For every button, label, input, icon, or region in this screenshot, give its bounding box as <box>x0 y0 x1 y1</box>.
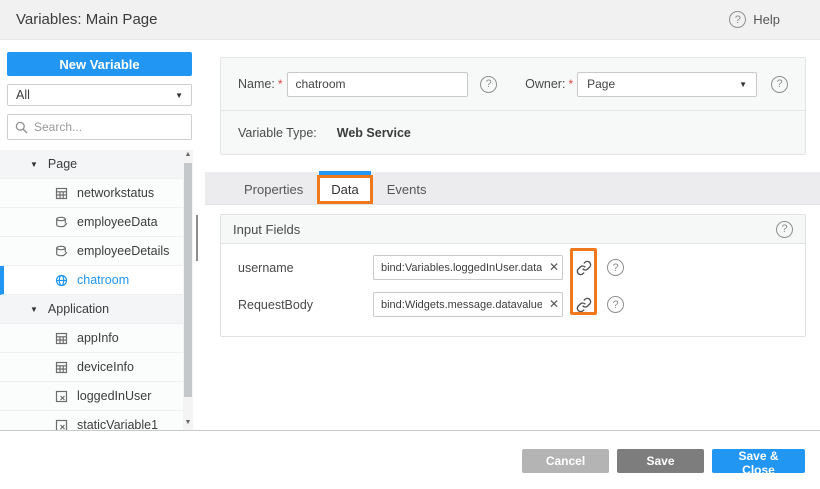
tree-item-label: staticVariable1 <box>77 418 158 430</box>
bind-field-username: ✕ <box>373 255 563 280</box>
username-bind-input[interactable] <box>373 255 563 280</box>
tree-item-label: deviceInfo <box>77 360 134 374</box>
static-variable-icon <box>55 390 68 403</box>
variable-filter-select[interactable]: All ▼ <box>7 84 192 106</box>
panel-scrollbar-thumb[interactable] <box>196 215 198 261</box>
variable-name-input[interactable] <box>287 72 469 97</box>
sidebar-item-staticVariable1[interactable]: staticVariable1 <box>0 411 183 430</box>
name-help-icon[interactable]: ? <box>480 76 497 93</box>
search-icon <box>15 121 28 134</box>
variable-type-row: Variable Type: Web Service <box>221 111 805 155</box>
database-variable-icon <box>55 216 68 229</box>
help-label: Help <box>753 12 780 27</box>
tree-item-label: employeeDetails <box>77 244 169 258</box>
owner-select[interactable]: Page ▼ <box>577 72 757 97</box>
input-fields-header: Input Fields ? <box>221 215 805 244</box>
new-variable-button[interactable]: New Variable <box>7 52 192 76</box>
tree-group-label: Page <box>48 157 77 171</box>
variable-search-box[interactable] <box>7 114 192 140</box>
web-service-icon <box>55 274 68 287</box>
input-field-row-requestbody: RequestBody ✕ ? <box>238 286 793 323</box>
sidebar-item-employeeDetails[interactable]: employeeDetails <box>0 237 183 266</box>
tree-item-label: networkstatus <box>77 186 154 200</box>
field-label-requestbody: RequestBody <box>238 298 373 312</box>
variable-summary-panel: Name: * ? Owner: * Page ▼ ? Variable Typ… <box>220 57 806 155</box>
input-fields-title: Input Fields <box>233 222 300 237</box>
sidebar-item-appInfo[interactable]: appInfo <box>0 324 183 353</box>
sidebar-item-deviceInfo[interactable]: deviceInfo <box>0 353 183 382</box>
tree-item-label: appInfo <box>77 331 119 345</box>
variable-type-value: Web Service <box>337 126 411 140</box>
database-variable-icon <box>55 245 68 258</box>
page-title: Variables: Main Page <box>16 11 157 28</box>
name-owner-row: Name: * ? Owner: * Page ▼ ? <box>221 58 805 111</box>
dialog-header: Variables: Main Page ? Help <box>0 0 820 40</box>
tree-item-label: loggedInUser <box>77 389 151 403</box>
sidebar-item-employeeData[interactable]: employeeData <box>0 208 183 237</box>
sidebar-group-page[interactable]: ▼ Page <box>0 150 183 179</box>
device-variable-icon <box>55 187 68 200</box>
save-close-button[interactable]: Save & Close <box>712 449 805 473</box>
clear-icon[interactable]: ✕ <box>549 297 559 311</box>
owner-selected-value: Page <box>587 77 615 91</box>
username-help-icon[interactable]: ? <box>607 259 624 276</box>
requestbody-help-icon[interactable]: ? <box>607 296 624 313</box>
help-link[interactable]: ? Help <box>729 11 780 28</box>
owner-help-icon[interactable]: ? <box>771 76 788 93</box>
sidebar-item-networkstatus[interactable]: networkstatus <box>0 179 183 208</box>
required-marker: * <box>278 77 283 91</box>
required-marker: * <box>568 77 573 91</box>
detail-tab-bar: Properties Data Events <box>205 172 820 205</box>
device-variable-icon <box>55 332 68 345</box>
chevron-down-icon: ▼ <box>175 91 183 100</box>
tab-properties[interactable]: Properties <box>230 175 317 204</box>
input-fields-help-icon[interactable]: ? <box>776 221 793 238</box>
bind-link-icon[interactable] <box>576 297 592 313</box>
variables-sidebar: New Variable All ▼ ▼ Page networkstatus … <box>0 40 205 430</box>
input-fields-panel: Input Fields ? username ✕ ? RequestBody … <box>220 214 806 337</box>
field-label-username: username <box>238 261 373 275</box>
search-input[interactable] <box>34 120 164 134</box>
footer-buttons: Cancel Save Save & Close <box>522 449 805 473</box>
sidebar-item-loggedInUser[interactable]: loggedInUser <box>0 382 183 411</box>
filter-selected-value: All <box>16 88 30 102</box>
save-button[interactable]: Save <box>617 449 704 473</box>
active-tab-indicator <box>319 171 370 175</box>
clear-icon[interactable]: ✕ <box>549 260 559 274</box>
variable-type-label: Variable Type: <box>238 126 317 140</box>
sidebar-item-chatroom[interactable]: chatroom <box>0 266 183 295</box>
device-variable-icon <box>55 361 68 374</box>
variable-detail-panel: Name: * ? Owner: * Page ▼ ? Variable Typ… <box>205 40 820 430</box>
tree-item-label: chatroom <box>77 273 129 287</box>
tab-data-label: Data <box>331 182 358 197</box>
caret-down-icon: ▼ <box>30 305 38 314</box>
tree-item-label: employeeData <box>77 215 158 229</box>
scroll-down-icon[interactable]: ▼ <box>185 418 192 428</box>
caret-down-icon: ▼ <box>30 160 38 169</box>
tree-group-label: Application <box>48 302 109 316</box>
cancel-button[interactable]: Cancel <box>522 449 609 473</box>
input-field-row-username: username ✕ ? <box>238 249 793 286</box>
sidebar-group-application[interactable]: ▼ Application <box>0 295 183 324</box>
tab-data[interactable]: Data <box>317 175 372 204</box>
owner-label: Owner: <box>525 77 565 91</box>
bind-link-icon[interactable] <box>576 260 592 276</box>
sidebar-scrollbar[interactable]: ▲ ▼ <box>183 150 193 430</box>
input-fields-body: username ✕ ? RequestBody ✕ <box>221 244 805 336</box>
chevron-down-icon: ▼ <box>739 80 747 89</box>
scrollbar-thumb[interactable] <box>184 163 192 397</box>
requestbody-bind-input[interactable] <box>373 292 563 317</box>
static-variable-icon <box>55 419 68 431</box>
dialog-footer: Cancel Save Save & Close <box>0 430 820 489</box>
bind-field-requestbody: ✕ <box>373 292 563 317</box>
variables-tree: ▼ Page networkstatus employeeData employ… <box>0 150 183 430</box>
name-label: Name: <box>238 77 275 91</box>
scroll-up-icon[interactable]: ▲ <box>185 150 192 160</box>
help-icon: ? <box>729 11 746 28</box>
tab-events[interactable]: Events <box>373 175 441 204</box>
